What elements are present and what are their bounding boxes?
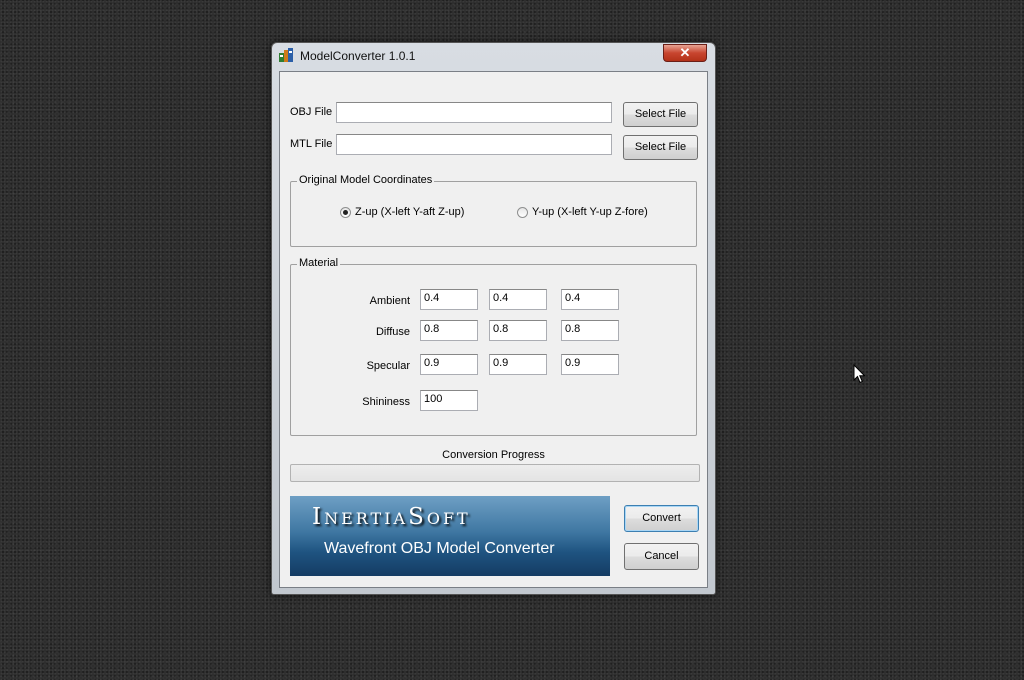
shininess-label: Shininess <box>362 396 410 408</box>
obj-file-label: OBJ File <box>290 106 333 118</box>
shininess-input[interactable]: 100 <box>420 390 478 411</box>
coordinates-group: Original Model Coordinates Z-up (X-left … <box>290 174 697 247</box>
radio-z-up-label[interactable]: Z-up (X-left Y-aft Z-up) <box>355 206 464 218</box>
conversion-progress-label: Conversion Progress <box>442 449 545 461</box>
specular-g-input[interactable]: 0.9 <box>489 354 547 375</box>
diffuse-g-input[interactable]: 0.8 <box>489 320 547 341</box>
obj-file-input[interactable] <box>336 102 612 123</box>
specular-label: Specular <box>366 360 410 372</box>
select-mtl-file-button[interactable]: Select File <box>623 135 698 160</box>
radio-y-up-label[interactable]: Y-up (X-left Y-up Z-fore) <box>532 206 648 218</box>
specular-r-input[interactable]: 0.9 <box>420 354 478 375</box>
radio-selected-dot <box>343 210 348 215</box>
ambient-b-input[interactable]: 0.4 <box>561 289 619 310</box>
select-obj-file-button[interactable]: Select File <box>623 102 698 127</box>
mouse-pointer-icon <box>853 364 866 384</box>
radio-z-up[interactable] <box>340 207 351 218</box>
window-title: ModelConverter 1.0.1 <box>300 49 416 63</box>
ambient-label: Ambient <box>369 295 410 307</box>
diffuse-label: Diffuse <box>375 326 410 338</box>
conversion-progress-bar <box>290 464 700 482</box>
material-group: Material Ambient 0.4 0.4 0.4 Diffuse 0.8… <box>290 257 697 436</box>
title-bar[interactable]: ModelConverter 1.0.1 ✕ <box>272 43 715 69</box>
radio-y-up[interactable] <box>517 207 528 218</box>
banner-brand: InertiaSoft <box>312 504 471 530</box>
coordinates-group-title: Original Model Coordinates <box>297 174 435 186</box>
specular-b-input[interactable]: 0.9 <box>561 354 619 375</box>
material-group-title: Material <box>297 257 341 269</box>
ambient-r-input[interactable]: 0.4 <box>420 289 478 310</box>
mtl-file-input[interactable] <box>336 134 612 155</box>
banner-subtitle: Wavefront OBJ Model Converter <box>324 540 555 557</box>
app-icon <box>279 48 293 62</box>
inertiasoft-banner: InertiaSoft Wavefront OBJ Model Converte… <box>290 496 610 576</box>
mtl-file-label: MTL File <box>290 138 333 150</box>
ambient-g-input[interactable]: 0.4 <box>489 289 547 310</box>
model-converter-window: ModelConverter 1.0.1 ✕ OBJ File Select F… <box>271 42 716 595</box>
diffuse-b-input[interactable]: 0.8 <box>561 320 619 341</box>
cancel-button[interactable]: Cancel <box>624 543 699 570</box>
close-icon: ✕ <box>679 45 691 60</box>
close-button[interactable]: ✕ <box>663 44 707 62</box>
convert-button[interactable]: Convert <box>624 505 699 532</box>
dialog-client-area: OBJ File Select File MTL File Select Fil… <box>279 71 708 588</box>
diffuse-r-input[interactable]: 0.8 <box>420 320 478 341</box>
